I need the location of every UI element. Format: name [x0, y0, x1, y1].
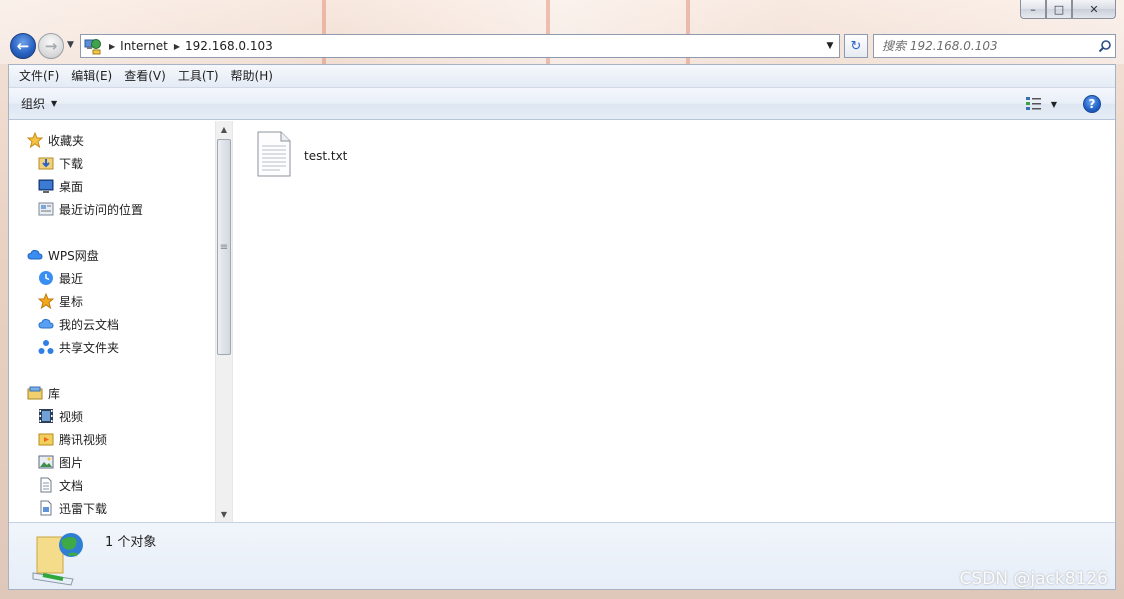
- close-button[interactable]: ✕: [1072, 0, 1116, 19]
- nav-item-pictures[interactable]: 图片: [38, 451, 83, 473]
- share-icon: [38, 339, 54, 355]
- network-location-icon: [27, 529, 87, 589]
- nav-item-my-cloud-docs[interactable]: 我的云文档: [38, 313, 119, 335]
- menu-tools[interactable]: 工具(T): [172, 65, 225, 88]
- nav-item-recent-places[interactable]: 最近访问的位置: [38, 198, 143, 220]
- network-icon: [83, 36, 103, 56]
- item-count: 1 个对象: [105, 535, 157, 550]
- nav-item-downloads[interactable]: 下载: [38, 152, 83, 174]
- cloud-icon: [27, 247, 43, 263]
- minimize-button[interactable]: –: [1020, 0, 1046, 19]
- back-button[interactable]: ←: [10, 33, 36, 59]
- search-input[interactable]: [874, 36, 1095, 56]
- nav-item-videos[interactable]: 视频: [38, 405, 83, 427]
- nav-item-documents[interactable]: 文档: [38, 474, 83, 496]
- tencent-video-icon: [38, 431, 54, 447]
- nav-item-label: 星标: [59, 294, 84, 309]
- clock-icon: [38, 270, 54, 286]
- menu-bar: 文件(F) 编辑(E) 查看(V) 工具(T) 帮助(H): [9, 65, 1115, 88]
- nav-item-label: 最近访问的位置: [59, 202, 144, 217]
- nav-favorites[interactable]: 收藏夹: [27, 129, 84, 151]
- nav-item-label: 共享文件夹: [59, 340, 120, 355]
- nav-item-label: 下载: [59, 156, 84, 171]
- view-details-icon: [1025, 95, 1043, 114]
- watermark: CSDN @jack8126: [959, 569, 1108, 589]
- nav-favorites-label: 收藏夹: [48, 133, 85, 148]
- menu-view[interactable]: 查看(V): [118, 65, 172, 88]
- scroll-up-icon[interactable]: ▲: [216, 121, 232, 137]
- document-icon: [38, 477, 54, 493]
- command-bar: 组织 ▼ ▼ ?: [9, 88, 1115, 120]
- nav-item-starred[interactable]: 星标: [38, 290, 83, 312]
- scroll-thumb[interactable]: ≡: [217, 139, 231, 355]
- file-name: test.txt: [304, 148, 348, 163]
- nav-item-shared-folder[interactable]: 共享文件夹: [38, 336, 119, 358]
- caption-buttons: – □ ✕: [1020, 0, 1116, 20]
- star-icon: [38, 293, 54, 309]
- star-icon: [27, 132, 43, 148]
- recent-places-icon: [38, 201, 54, 217]
- desktop-icon: [38, 178, 54, 194]
- navigation-bar: ← → ▼ ▶ Internet ▶ 192.168.0.103 ▼ ↻: [10, 32, 1116, 60]
- menu-file[interactable]: 文件(F): [13, 65, 65, 88]
- chevron-down-icon: ▼: [51, 99, 58, 108]
- address-dropdown-icon[interactable]: ▼: [821, 35, 839, 57]
- forward-button[interactable]: →: [38, 33, 64, 59]
- nav-wps-label: WPS网盘: [48, 248, 99, 263]
- nav-item-label: 腾讯视频: [59, 432, 108, 447]
- nav-libraries[interactable]: 库: [27, 382, 60, 404]
- refresh-button[interactable]: ↻: [844, 34, 868, 58]
- file-list: test.txt: [234, 121, 1115, 522]
- help-button[interactable]: ?: [1083, 95, 1101, 113]
- nav-item-tencent-video[interactable]: 腾讯视频: [38, 428, 107, 450]
- nav-item-desktop[interactable]: 桌面: [38, 175, 83, 197]
- text-file-icon: [256, 131, 292, 180]
- nav-item-label: 我的云文档: [59, 317, 120, 332]
- change-view-button[interactable]: ▼: [1025, 95, 1057, 114]
- nav-libraries-label: 库: [48, 386, 61, 401]
- nav-wps-cloud[interactable]: WPS网盘: [27, 244, 99, 266]
- navigation-pane: 收藏夹 下载 桌面 最近访问的位置 WPS网盘 最近 星标 我的云文档 共享文件…: [9, 121, 233, 522]
- nav-item-label: 视频: [59, 409, 84, 424]
- cloud-icon: [38, 316, 54, 332]
- breadcrumb-host[interactable]: 192.168.0.103: [185, 39, 273, 53]
- navpane-scrollbar[interactable]: ▲ ≡ ▼: [215, 121, 232, 522]
- search-icon[interactable]: [1095, 39, 1115, 53]
- breadcrumb-arrow-icon[interactable]: ▶: [109, 42, 115, 51]
- menu-help[interactable]: 帮助(H): [225, 65, 279, 88]
- nav-item-recent[interactable]: 最近: [38, 267, 83, 289]
- address-bar[interactable]: ▶ Internet ▶ 192.168.0.103 ▼: [80, 34, 840, 58]
- picture-icon: [38, 454, 54, 470]
- nav-item-label: 迅雷下载: [59, 501, 108, 516]
- details-pane: 1 个对象: [9, 522, 1115, 589]
- breadcrumb-internet[interactable]: Internet: [120, 39, 168, 53]
- recent-pages-dropdown-icon[interactable]: ▼: [67, 40, 74, 50]
- scroll-down-icon[interactable]: ▼: [216, 506, 232, 522]
- nav-item-label: 最近: [59, 271, 84, 286]
- file-item[interactable]: test.txt: [256, 131, 347, 180]
- film-icon: [38, 408, 54, 424]
- nav-item-label: 图片: [59, 455, 84, 470]
- download-folder-icon: [38, 155, 54, 171]
- menu-edit[interactable]: 编辑(E): [65, 65, 118, 88]
- search-box[interactable]: [873, 34, 1116, 58]
- breadcrumb-arrow-icon[interactable]: ▶: [174, 42, 180, 51]
- organize-label: 组织: [21, 97, 46, 111]
- thunder-download-icon: [38, 500, 54, 516]
- chevron-down-icon: ▼: [1050, 100, 1057, 109]
- nav-item-label: 桌面: [59, 179, 84, 194]
- maximize-button[interactable]: □: [1046, 0, 1072, 19]
- organize-button[interactable]: 组织 ▼: [21, 95, 57, 112]
- nav-item-label: 文档: [59, 478, 84, 493]
- nav-item-thunder-downloads[interactable]: 迅雷下载: [38, 497, 107, 519]
- explorer-window: 文件(F) 编辑(E) 查看(V) 工具(T) 帮助(H) 组织 ▼ ▼ ? 收…: [8, 64, 1116, 590]
- library-icon: [27, 385, 43, 401]
